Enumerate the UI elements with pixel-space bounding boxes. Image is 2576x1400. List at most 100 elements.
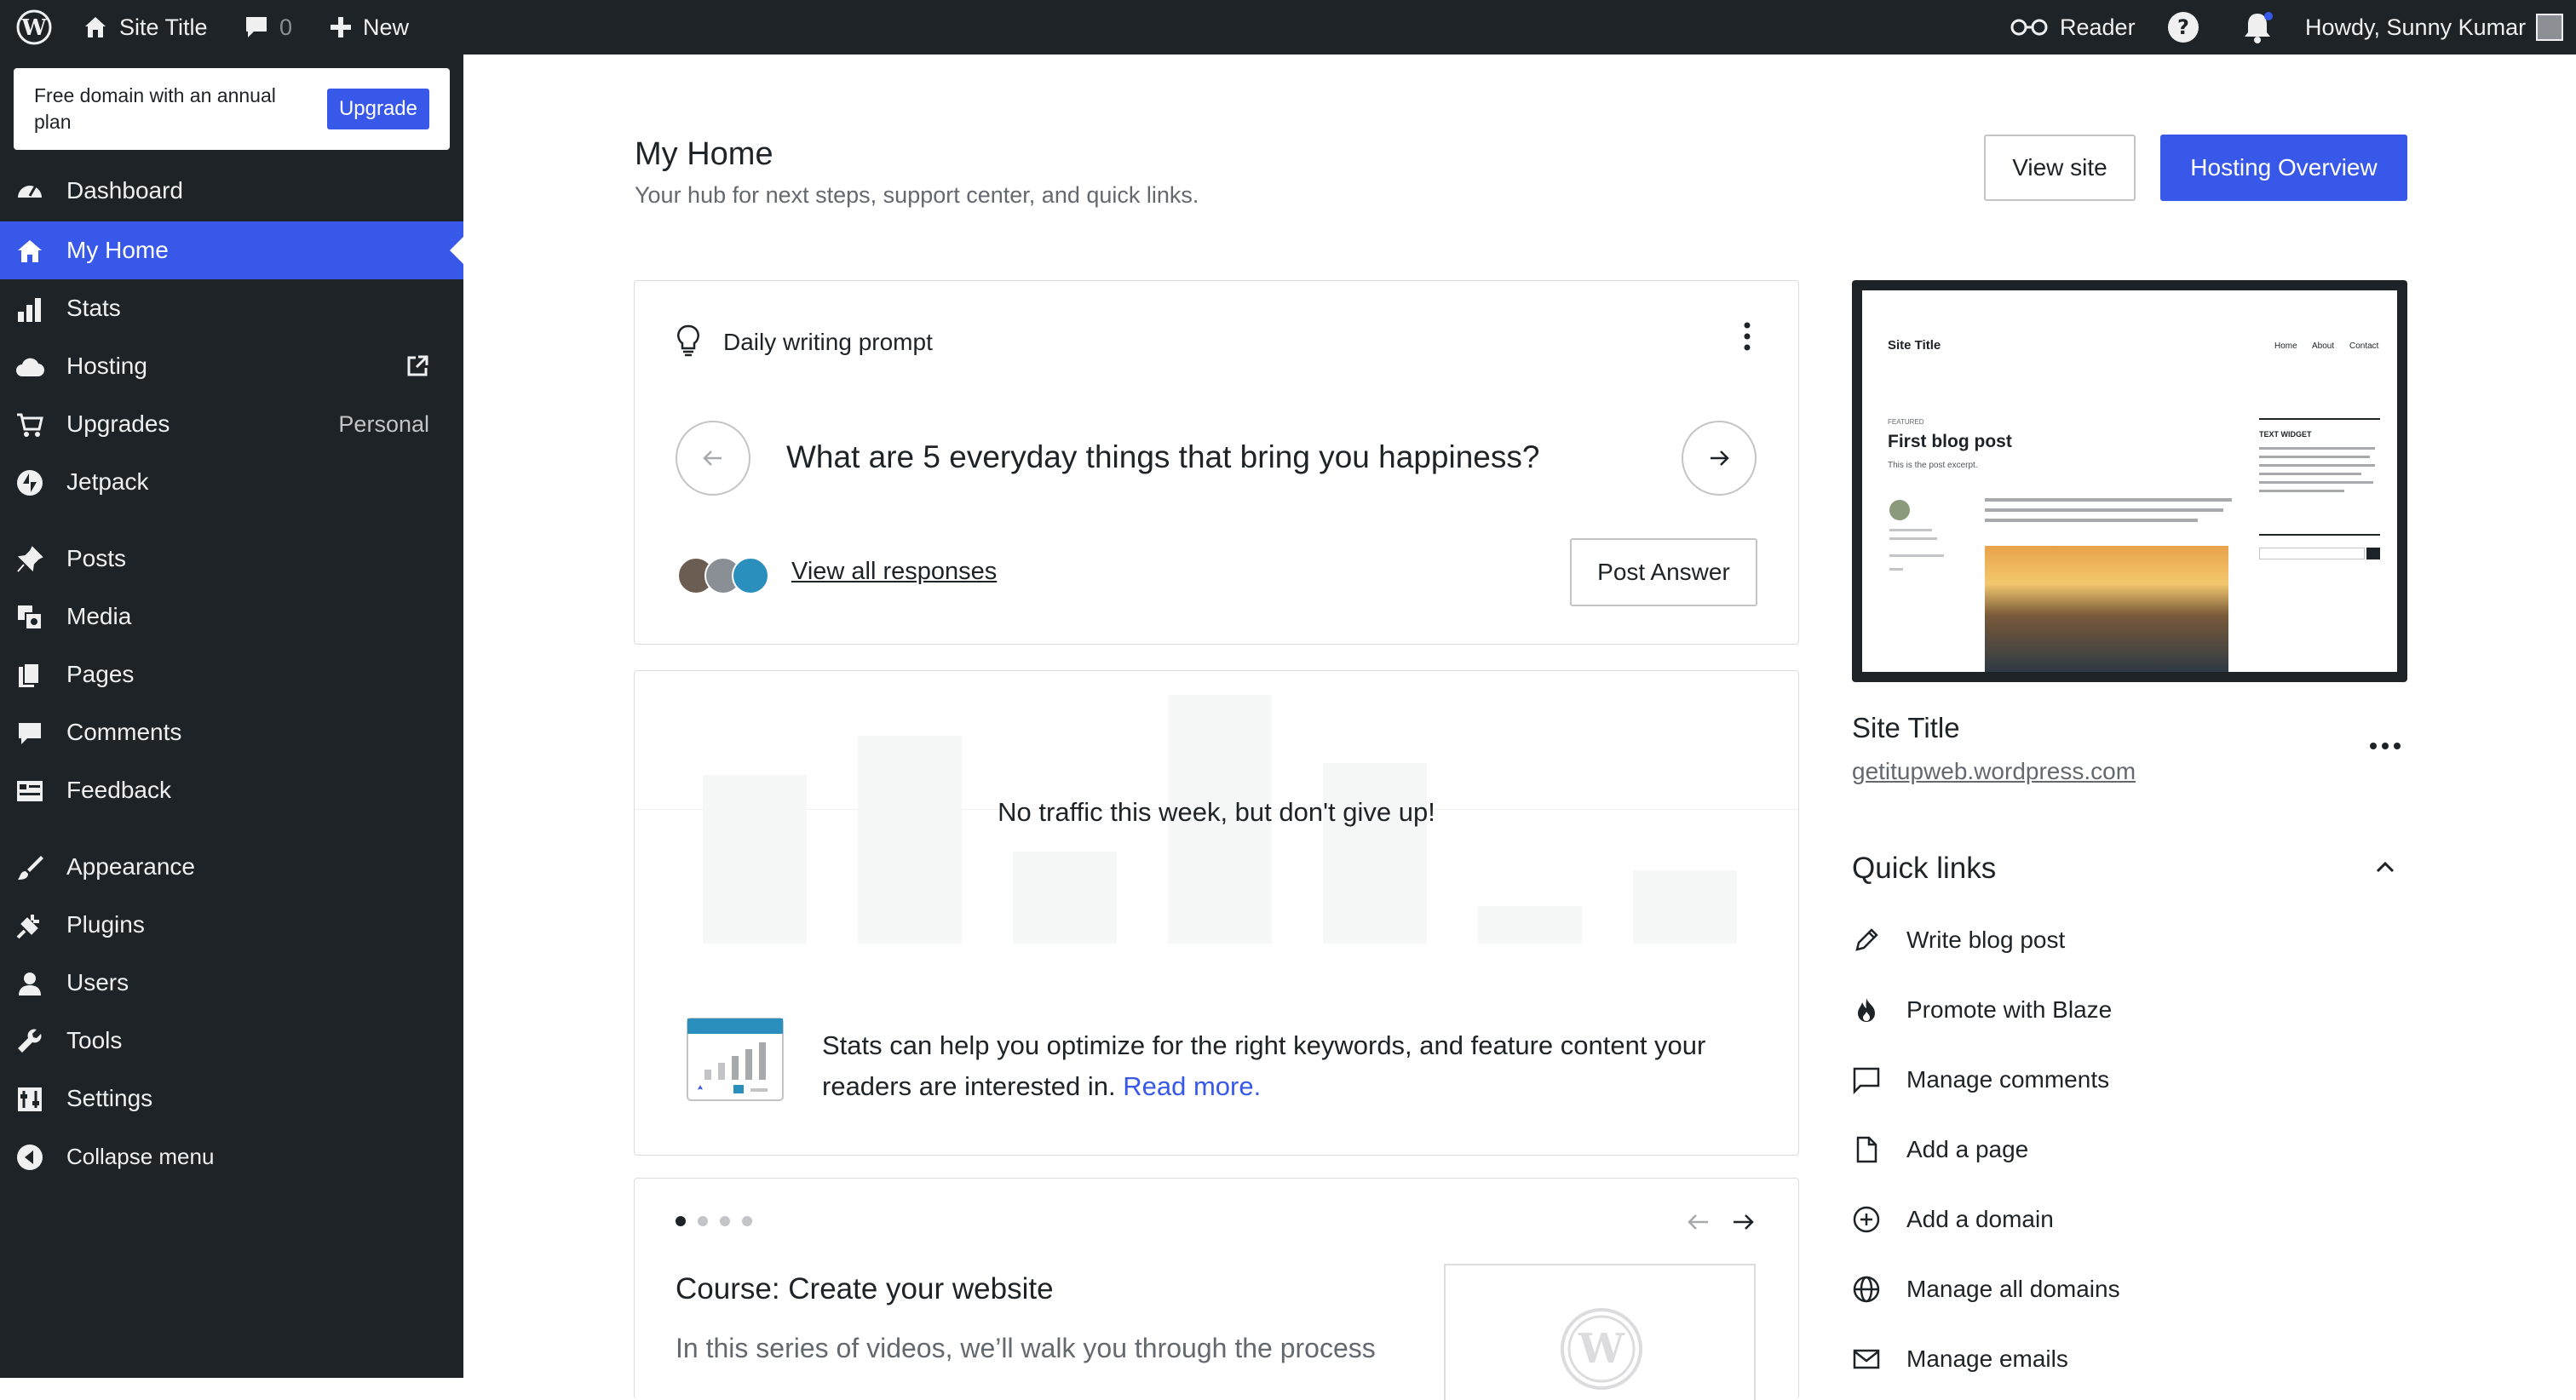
user-icon [19,973,41,995]
sidebar-item-posts[interactable]: Posts [0,530,463,588]
sidebar-item-label: Jetpack [66,468,149,495]
quick-link-label: Add a page [1906,1136,2029,1162]
sidebar-item-label: Media [66,603,132,629]
sidebar-item-upgrades[interactable]: Upgrades Personal [0,395,463,453]
sidebar-item-tools[interactable]: Tools [0,1012,463,1070]
view-site-button[interactable]: View site [1984,135,2136,201]
no-traffic-message: No traffic this week, but don't give up! [998,797,1435,827]
arrow-right-icon [1711,450,1729,466]
preview-widget-line [2259,447,2375,450]
post-answer-button[interactable]: Post Answer [1570,538,1757,606]
reader-link[interactable]: Reader [2009,0,2136,55]
view-all-responses-link[interactable]: View all responses [791,558,997,586]
comment-count: 0 [279,14,293,40]
dashboard-icon [18,185,42,198]
help-icon: ? [2168,12,2199,43]
sidebar-item-jetpack[interactable]: Jetpack [0,453,463,511]
sidebar-item-hosting[interactable]: Hosting [0,337,463,395]
cloud-icon [16,358,44,377]
stats-placeholder-chart: No traffic this week, but don't give up! [635,671,1798,944]
carousel-dot[interactable] [742,1216,752,1226]
sidebar-item-comments[interactable]: Comments [0,703,463,761]
preview-text-line [1985,508,2223,512]
sidebar-item-label: Pages [66,661,135,687]
arrow-left-icon [703,450,722,466]
avatar [2536,14,2564,41]
chart-bar [1633,870,1737,944]
chevron-up-icon[interactable] [2375,858,2395,875]
prompt-prev-button[interactable] [676,421,750,496]
sidebar-item-feedback[interactable]: Feedback [0,761,463,819]
preview-widget-line [2259,456,2370,458]
site-title-link[interactable]: Site Title [82,0,208,55]
preview-author-avatar [1889,500,1910,520]
preview-nav-contact: Contact [2349,341,2379,351]
sidebar-item-appearance[interactable]: Appearance [0,838,463,896]
sidebar-item-plugins[interactable]: Plugins [0,896,463,954]
preview-widget-rule [2259,418,2380,420]
quick-link-label: Write blog post [1906,927,2066,953]
preview-search-button [2366,548,2380,559]
comment-outline-icon [1853,1067,1880,1094]
chart-bar [1323,763,1427,944]
wordpress-logo-icon[interactable]: W [15,0,53,55]
prompt-label: Daily writing prompt [723,329,933,355]
prompt-next-button[interactable] [1682,421,1757,496]
chart-bar [858,736,962,944]
sidebar-item-media[interactable]: Media [0,588,463,645]
home-icon [85,17,106,37]
more-horizontal-icon[interactable] [2368,741,2402,751]
sidebar-item-collapse[interactable]: Collapse menu [0,1127,463,1185]
read-more-link[interactable]: Read more. [1123,1071,1261,1101]
sidebar-item-label: Feedback [66,777,171,803]
plus-circle-icon [1853,1206,1880,1233]
more-vertical-icon[interactable] [1742,319,1752,353]
preview-nav-about: About [2312,341,2335,351]
preview-site-title: Site Title [1888,338,1941,353]
sidebar-item-label: Dashboard [66,177,183,204]
preview-post-title: First blog post [1888,432,2012,451]
site-url-link[interactable]: getitupweb.wordpress.com [1852,758,2136,785]
carousel-dot[interactable] [676,1216,686,1226]
pages-icon [19,663,40,687]
main-content: My Home Your hub for next steps, support… [463,55,2576,1400]
hosting-overview-button[interactable]: Hosting Overview [2160,135,2407,201]
sidebar-item-label: Comments [66,719,182,745]
help-button[interactable]: ? [2167,0,2199,55]
sidebar-item-stats[interactable]: Stats [0,279,463,337]
carousel-dot[interactable] [698,1216,708,1226]
upgrade-button[interactable]: Upgrade [326,89,429,129]
sidebar-item-dashboard[interactable]: Dashboard [0,162,463,220]
preview-meta-line [1889,554,1944,557]
site-name: Site Title [1852,712,1960,743]
carousel-dot[interactable] [720,1216,730,1226]
quick-link-label: Add a domain [1906,1206,2054,1232]
carousel-prev-icon[interactable] [1686,1209,1711,1235]
svg-text:?: ? [2177,15,2189,39]
new-content-link[interactable]: New [329,0,409,55]
site-preview[interactable]: Site Title Home About Contact FEATURED F… [1852,280,2407,682]
carousel-next-icon[interactable] [1730,1209,1756,1235]
lightbulb-icon [677,324,699,357]
comment-icon [19,723,41,744]
stats-icon [18,298,41,322]
greeting: Howdy, Sunny Kumar [2305,14,2527,40]
sidebar-item-pages[interactable]: Pages [0,645,463,703]
domain-promo: Free domain with an annual plan Upgrade [14,68,450,150]
notifications-button[interactable] [2240,0,2274,55]
sidebar-item-my-home[interactable]: My Home [0,221,463,279]
chart-bar [1478,906,1582,944]
sidebar-item-label: Users [66,969,129,995]
course-video-thumbnail[interactable]: W [1444,1264,1756,1400]
settings-icon [18,1087,42,1111]
plug-icon [16,915,39,939]
preview-nav-home: Home [2274,341,2297,351]
jetpack-icon [17,470,43,496]
sidebar-item-users[interactable]: Users [0,954,463,1012]
comments-link[interactable]: 0 [244,0,292,55]
page-subtitle: Your hub for next steps, support center,… [635,182,1199,208]
preview-excerpt: This is the post excerpt. [1888,461,1978,470]
flame-icon [1858,998,1875,1022]
sidebar-item-settings[interactable]: Settings [0,1070,463,1127]
account-menu[interactable]: Howdy, Sunny Kumar [2305,0,2564,55]
